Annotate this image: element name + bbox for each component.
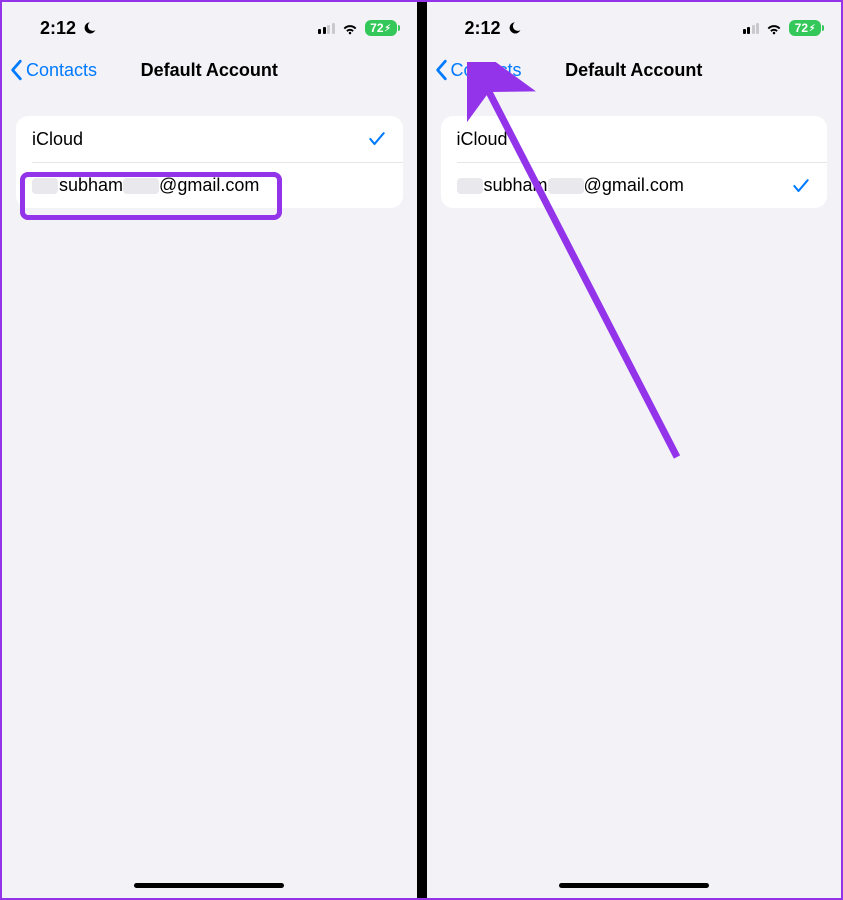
- account-label: subham@gmail.com: [32, 175, 259, 196]
- chevron-left-icon: [10, 59, 24, 81]
- checkmark-icon: [791, 176, 811, 196]
- phone-screenshot-left: 2:12 72⚡︎ Contacts Default Account iClou…: [2, 2, 417, 898]
- wifi-icon: [341, 21, 359, 35]
- redacted-text: [548, 178, 584, 194]
- redacted-text: [123, 178, 159, 194]
- checkmark-icon: [367, 129, 387, 149]
- page-title: Default Account: [141, 60, 278, 81]
- battery-indicator: 72⚡︎: [789, 20, 821, 36]
- account-label: iCloud: [457, 129, 508, 150]
- cellular-signal-icon: [318, 22, 335, 34]
- wifi-icon: [765, 21, 783, 35]
- charging-icon: ⚡︎: [809, 23, 815, 34]
- status-bar: 2:12 72⚡︎: [2, 2, 417, 50]
- do-not-disturb-icon: [507, 21, 522, 36]
- account-row-icloud[interactable]: iCloud: [441, 116, 828, 162]
- redacted-text: [457, 178, 483, 194]
- back-button[interactable]: Contacts: [10, 59, 97, 81]
- charging-icon: ⚡︎: [385, 23, 391, 34]
- account-list: iCloud subham@gmail.com: [441, 116, 828, 208]
- phone-screenshot-right: 2:12 72⚡︎ Contacts Default Account iClou…: [427, 2, 842, 898]
- account-row-gmail[interactable]: subham@gmail.com: [457, 162, 828, 208]
- battery-percent: 72: [795, 21, 808, 35]
- status-time: 2:12: [465, 18, 501, 39]
- screenshot-divider: [417, 2, 427, 898]
- status-time: 2:12: [40, 18, 76, 39]
- account-list: iCloud subham@gmail.com: [16, 116, 403, 208]
- battery-indicator: 72⚡︎: [365, 20, 397, 36]
- home-indicator[interactable]: [559, 883, 709, 888]
- back-label: Contacts: [26, 60, 97, 81]
- account-row-gmail[interactable]: subham@gmail.com: [32, 162, 403, 208]
- navigation-bar: Contacts Default Account: [2, 50, 417, 94]
- account-label: iCloud: [32, 129, 83, 150]
- account-label: subham@gmail.com: [457, 175, 684, 196]
- account-row-icloud[interactable]: iCloud: [16, 116, 403, 162]
- status-bar: 2:12 72⚡︎: [427, 2, 842, 50]
- back-button[interactable]: Contacts: [435, 59, 522, 81]
- battery-percent: 72: [370, 21, 383, 35]
- navigation-bar: Contacts Default Account: [427, 50, 842, 94]
- redacted-text: [32, 178, 58, 194]
- page-title: Default Account: [565, 60, 702, 81]
- do-not-disturb-icon: [82, 21, 97, 36]
- back-label: Contacts: [451, 60, 522, 81]
- chevron-left-icon: [435, 59, 449, 81]
- cellular-signal-icon: [743, 22, 760, 34]
- home-indicator[interactable]: [134, 883, 284, 888]
